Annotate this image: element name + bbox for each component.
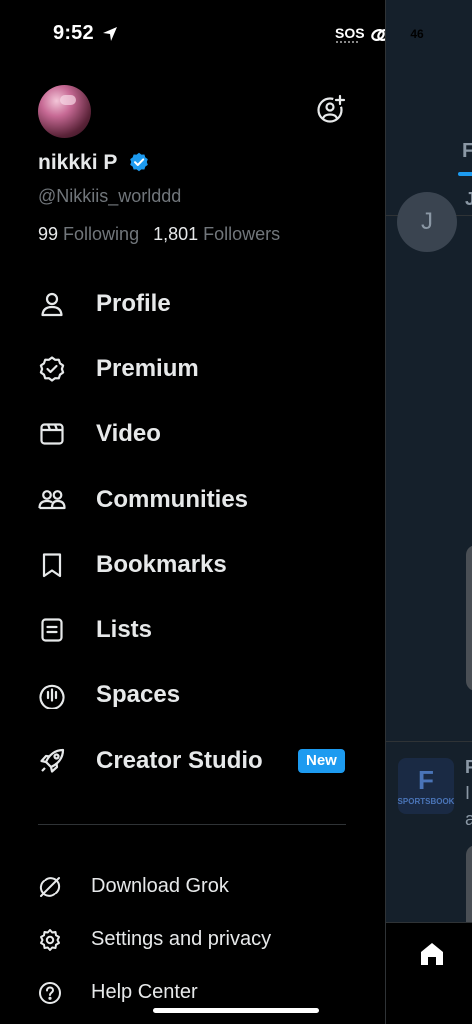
drawer-menu: Profile Premium Video Communities Bookma… bbox=[0, 271, 385, 793]
menu-item-communities[interactable]: Communities bbox=[0, 467, 385, 532]
home-indicator[interactable] bbox=[153, 1008, 319, 1013]
navigation-drawer: nikkki P @Nikkiis_worlddd 99 Following 1,… bbox=[0, 0, 385, 1024]
battery-level: 46 bbox=[410, 27, 424, 41]
menu-item-bookmarks[interactable]: Bookmarks bbox=[0, 532, 385, 597]
feed-post-author: J bbox=[465, 189, 472, 210]
verified-badge-icon bbox=[38, 355, 66, 383]
following-count: 99 bbox=[38, 224, 59, 244]
bookmark-icon bbox=[38, 551, 66, 579]
menu-item-label: Help Center bbox=[91, 981, 198, 1003]
video-icon bbox=[38, 420, 66, 448]
menu-item-label: Spaces bbox=[96, 681, 181, 709]
menu-item-label: Communities bbox=[96, 485, 249, 513]
ad-brand-logo[interactable]: F SPORTSBOOK bbox=[398, 758, 454, 814]
feed-post-avatar[interactable]: J bbox=[397, 192, 457, 252]
menu-item-label: Lists bbox=[96, 616, 153, 644]
ad-text-line: a bbox=[465, 809, 472, 830]
drawer-divider bbox=[38, 824, 346, 825]
menu-item-premium[interactable]: Premium bbox=[0, 336, 385, 401]
following-label: Following bbox=[63, 224, 140, 244]
menu-item-label: Profile bbox=[96, 289, 171, 317]
feed-tab[interactable]: F bbox=[462, 140, 472, 163]
feed-post-divider bbox=[386, 741, 472, 742]
ad-brand-text: SPORTSBOOK bbox=[397, 796, 455, 806]
profile-handle: @Nikkiis_worlddd bbox=[38, 186, 182, 206]
ad-text-line: I bbox=[465, 783, 471, 803]
menu-item-label: Video bbox=[96, 420, 161, 448]
avatar[interactable] bbox=[38, 85, 91, 138]
profile-display-name[interactable]: nikkki P bbox=[38, 151, 117, 175]
menu-item-label: Bookmarks bbox=[96, 550, 227, 578]
followers-count: 1,801 bbox=[153, 224, 199, 244]
person-icon bbox=[38, 290, 66, 318]
followers-link[interactable]: 1,801 Followers bbox=[153, 224, 280, 244]
add-account-icon[interactable] bbox=[316, 94, 346, 124]
verified-badge-icon bbox=[129, 152, 149, 172]
following-link[interactable]: 99 Following bbox=[38, 224, 139, 244]
follow-stats: 99 Following 1,801 Followers bbox=[38, 224, 280, 245]
main-feed-overlay[interactable]: F J J F SPORTSBOOK F I a bbox=[385, 0, 472, 1024]
feed-post-media[interactable] bbox=[466, 845, 472, 925]
followers-label: Followers bbox=[203, 224, 281, 244]
grok-icon bbox=[38, 875, 62, 899]
menu-item-video[interactable]: Video bbox=[0, 402, 385, 467]
spaces-icon bbox=[38, 681, 66, 710]
new-badge: New bbox=[298, 749, 345, 774]
menu-item-label: Creator Studio bbox=[96, 746, 263, 774]
menu-item-label: Download Grok bbox=[91, 875, 229, 897]
menu-item-label: Premium bbox=[96, 354, 199, 382]
ad-title: F bbox=[465, 757, 472, 778]
help-icon bbox=[38, 981, 62, 1005]
menu-item-download-grok[interactable]: Download Grok bbox=[0, 860, 385, 913]
feed-post-media[interactable] bbox=[466, 545, 472, 691]
list-icon bbox=[38, 616, 66, 644]
menu-item-creator-studio[interactable]: Creator Studio New bbox=[0, 728, 385, 793]
bottom-nav bbox=[386, 922, 472, 1024]
rocket-icon bbox=[38, 747, 66, 775]
communities-icon bbox=[38, 486, 66, 514]
feed-tab-underline bbox=[458, 172, 472, 176]
home-icon[interactable] bbox=[419, 941, 445, 967]
menu-item-settings[interactable]: Settings and privacy bbox=[0, 913, 385, 966]
menu-item-spaces[interactable]: Spaces bbox=[0, 663, 385, 728]
drawer-secondary-menu: Download Grok Settings and privacy Help … bbox=[0, 860, 385, 1019]
menu-item-profile[interactable]: Profile bbox=[0, 271, 385, 336]
fanduel-logo-icon: F bbox=[418, 764, 434, 795]
menu-item-label: Settings and privacy bbox=[91, 928, 272, 950]
gear-icon bbox=[38, 928, 62, 952]
menu-item-lists[interactable]: Lists bbox=[0, 597, 385, 662]
avatar-highlight bbox=[60, 95, 76, 105]
